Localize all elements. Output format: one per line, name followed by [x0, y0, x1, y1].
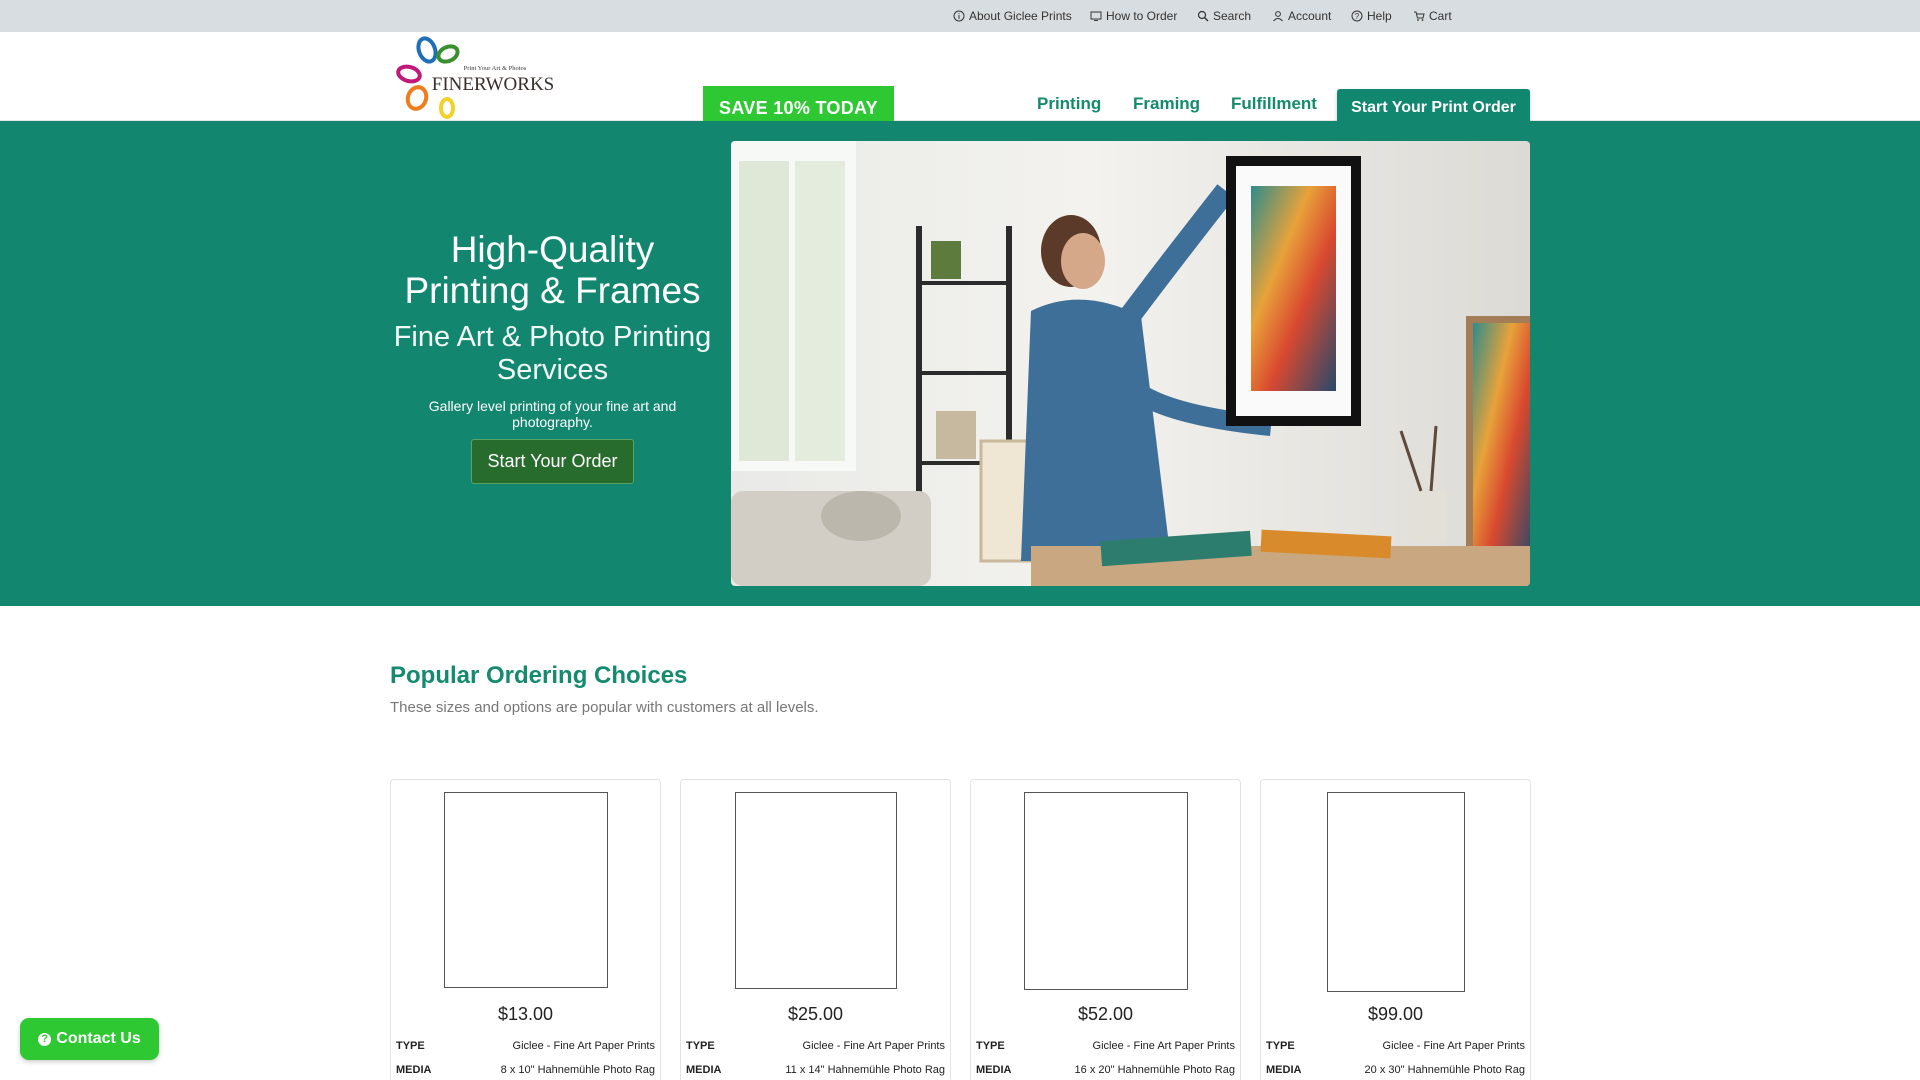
product-price: $99.00	[1367, 1004, 1424, 1024]
info-icon	[953, 10, 965, 22]
how-to-order-label: How to Order	[1106, 9, 1178, 23]
contact-us-label: Contact Us	[56, 1030, 141, 1047]
cart-link[interactable]: Cart	[1413, 0, 1452, 32]
nav-fulfillment[interactable]: Fulfillment	[1231, 94, 1317, 114]
product-type-row: TYPE Giclee - Fine Art Paper Prints	[686, 1040, 945, 1052]
site-header: Print Your Art & Photos FINERWORKS SAVE …	[0, 32, 1920, 130]
nav-framing[interactable]: Framing	[1133, 94, 1200, 114]
media-value: 11 x 14" Hahnemühle Photo Rag	[785, 1064, 945, 1076]
help-label: Help	[1367, 9, 1392, 23]
user-icon	[1273, 11, 1283, 22]
cart-label: Cart	[1429, 9, 1452, 23]
hero-subtitle: Fine Art & Photo Printing Services	[393, 321, 712, 386]
help-link[interactable]: ? Help	[1351, 0, 1392, 32]
type-key: TYPE	[396, 1040, 425, 1052]
product-media-row: MEDIA 8 x 10" Hahnemühle Photo Rag	[396, 1064, 655, 1076]
media-value: 20 x 30" Hahnemühle Photo Rag	[1364, 1064, 1525, 1076]
media-key: MEDIA	[1266, 1064, 1302, 1076]
popular-section-title: Popular Ordering Choices	[390, 662, 688, 689]
product-type-row: TYPE Giclee - Fine Art Paper Prints	[976, 1040, 1235, 1052]
hero-description: Gallery level printing of your fine art …	[428, 398, 677, 430]
help-icon: ?	[1351, 10, 1363, 22]
product-price: $25.00	[787, 1004, 844, 1024]
product-media-row: MEDIA 16 x 20" Hahnemühle Photo Rag	[976, 1064, 1235, 1076]
about-giclee-label: About Giclee Prints	[969, 9, 1072, 23]
search-label: Search	[1213, 9, 1252, 23]
popular-section-subtitle: These sizes and options are popular with…	[390, 699, 819, 716]
monitor-icon	[1090, 11, 1102, 21]
search-link[interactable]: Search	[1197, 0, 1251, 32]
product-card[interactable]: $13.00 TYPE Giclee - Fine Art Paper Prin…	[390, 779, 661, 1080]
media-value: 8 x 10" Hahnemühle Photo Rag	[500, 1064, 655, 1076]
product-thumbnail[interactable]	[1024, 792, 1188, 990]
logo-wordmark: FINERWORKS	[432, 74, 554, 95]
finerworks-logo[interactable]: Print Your Art & Photos FINERWORKS	[391, 32, 571, 121]
utility-bar: About Giclee Prints How to Order Search …	[0, 0, 1920, 32]
type-key: TYPE	[686, 1040, 715, 1052]
media-value: 16 x 20" Hahnemühle Photo Rag	[1074, 1064, 1235, 1076]
product-card[interactable]: $99.00 TYPE Giclee - Fine Art Paper Prin…	[1260, 779, 1531, 1080]
search-icon	[1197, 10, 1209, 22]
account-label: Account	[1288, 9, 1332, 23]
type-key: TYPE	[976, 1040, 1005, 1052]
type-value: Giclee - Fine Art Paper Prints	[512, 1040, 655, 1052]
type-value: Giclee - Fine Art Paper Prints	[802, 1040, 945, 1052]
media-key: MEDIA	[396, 1064, 432, 1076]
product-card[interactable]: $52.00 TYPE Giclee - Fine Art Paper Prin…	[970, 779, 1241, 1080]
product-media-row: MEDIA 20 x 30" Hahnemühle Photo Rag	[1266, 1064, 1525, 1076]
product-thumbnail[interactable]	[1327, 792, 1465, 992]
account-link[interactable]: Account	[1272, 0, 1331, 32]
product-media-row: MEDIA 11 x 14" Hahnemühle Photo Rag	[686, 1064, 945, 1076]
hero-section: High-Quality Printing & Frames Fine Art …	[0, 121, 1920, 606]
about-giclee-link[interactable]: About Giclee Prints	[953, 0, 1072, 32]
product-thumbnail[interactable]	[735, 792, 897, 989]
type-value: Giclee - Fine Art Paper Prints	[1092, 1040, 1235, 1052]
product-type-row: TYPE Giclee - Fine Art Paper Prints	[1266, 1040, 1525, 1052]
product-type-row: TYPE Giclee - Fine Art Paper Prints	[396, 1040, 655, 1052]
nav-printing[interactable]: Printing	[1037, 94, 1101, 114]
contact-us-button[interactable]: ? Contact Us	[20, 1018, 159, 1060]
product-thumbnail[interactable]	[444, 792, 608, 988]
media-key: MEDIA	[686, 1064, 722, 1076]
product-card[interactable]: $25.00 TYPE Giclee - Fine Art Paper Prin…	[680, 779, 951, 1080]
type-value: Giclee - Fine Art Paper Prints	[1382, 1040, 1525, 1052]
svg-text:?: ?	[1355, 12, 1360, 21]
media-key: MEDIA	[976, 1064, 1012, 1076]
cart-icon	[1414, 11, 1425, 21]
how-to-order-link[interactable]: How to Order	[1090, 0, 1177, 32]
product-price: $13.00	[497, 1004, 554, 1024]
hero-title: High-Quality Printing & Frames	[404, 229, 701, 311]
logo-tagline: Print Your Art & Photos	[464, 65, 527, 72]
product-price: $52.00	[1077, 1004, 1134, 1024]
type-key: TYPE	[1266, 1040, 1295, 1052]
hero-photo-woman-hanging-art	[731, 141, 1530, 586]
start-order-button[interactable]: Start Your Order	[471, 439, 634, 484]
question-circle-icon: ?	[38, 1032, 52, 1046]
